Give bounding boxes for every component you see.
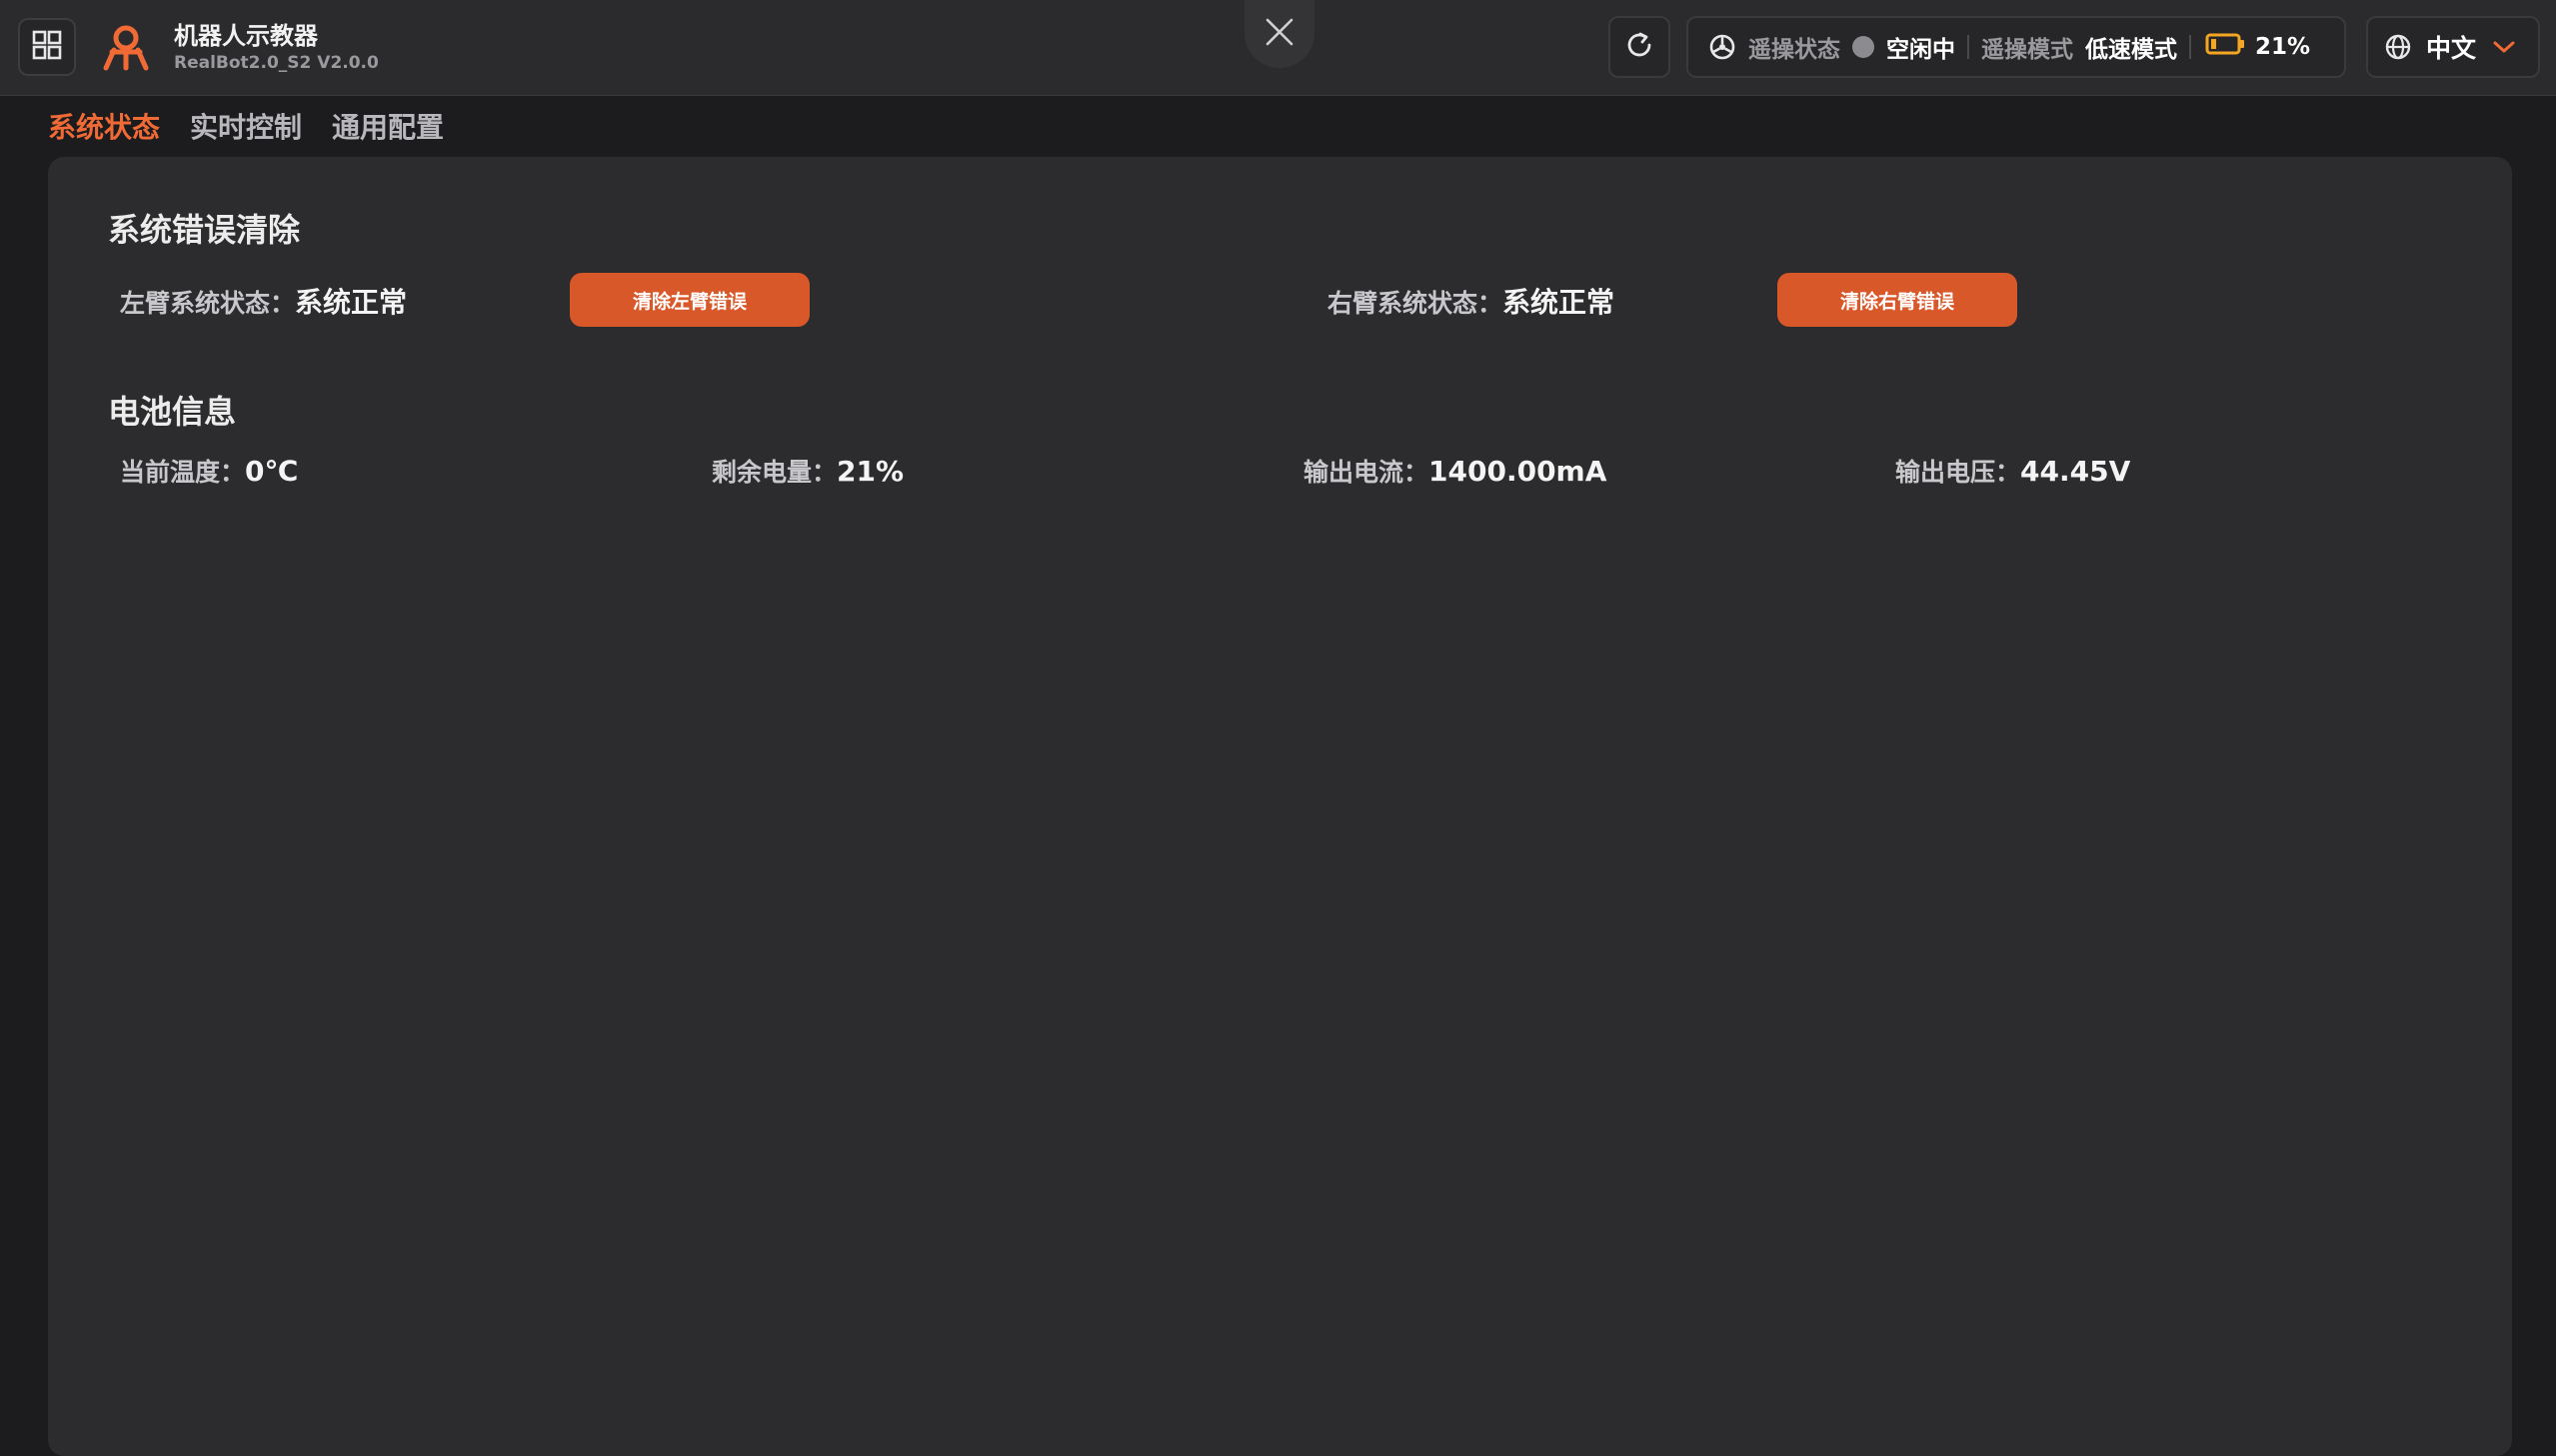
teleop-mode-value: 低速模式	[2085, 37, 2177, 63]
divider	[2189, 35, 2191, 59]
battery-percent: 21%	[2255, 34, 2311, 60]
close-button[interactable]	[1245, 0, 1314, 68]
left-arm-status-label: 左臂系统状态：	[120, 289, 296, 318]
clear-right-arm-error-button[interactable]: 清除右臂错误	[1777, 273, 2017, 327]
right-arm-status-value: 系统正常	[1502, 286, 1615, 319]
output-voltage-label: 输出电压：	[1895, 458, 2021, 487]
divider	[1967, 35, 1969, 59]
app-grid-button[interactable]	[18, 18, 76, 76]
status-dot	[1852, 36, 1874, 58]
right-arm-status-label: 右臂系统状态：	[1327, 289, 1503, 318]
robot-logo	[100, 22, 152, 74]
teleop-status-bar: 遥操状态 空闲中 遥操模式 低速模式 21%	[1686, 16, 2346, 78]
tab-realtime-control[interactable]: 实时控制	[190, 106, 302, 146]
teleop-status-value: 空闲中	[1886, 37, 1955, 63]
battery-icon	[2205, 32, 2245, 62]
output-current-value: 1400.00mA	[1428, 455, 1607, 488]
content-panel: 系统错误清除 左臂系统状态：系统正常 清除左臂错误 右臂系统状态：系统正常 清除…	[48, 157, 2512, 1456]
teleop-status-label: 遥操状态	[1748, 37, 1840, 63]
battery-temperature: 当前温度：0℃	[120, 453, 298, 489]
temperature-value: 0℃	[245, 455, 299, 488]
steering-wheel-icon	[1708, 33, 1736, 61]
globe-icon	[2384, 33, 2412, 61]
app-version: RealBot2.0_S2 V2.0.0	[174, 53, 379, 73]
grid-icon	[32, 30, 62, 64]
chevron-down-icon	[2492, 39, 2516, 55]
clear-left-arm-error-button[interactable]: 清除左臂错误	[570, 273, 810, 327]
left-arm-status-value: 系统正常	[295, 286, 408, 319]
refresh-button[interactable]	[1608, 16, 1670, 78]
top-header: 机器人示教器 RealBot2.0_S2 V2.0.0 遥操状态 空闲中 遥操模…	[0, 0, 2556, 96]
remaining-value: 21%	[837, 455, 905, 488]
teleop-mode-label: 遥操模式	[1981, 37, 2073, 63]
refresh-icon	[1624, 30, 1654, 64]
battery-remaining: 剩余电量：21%	[712, 453, 904, 489]
error-section-title: 系统错误清除	[108, 211, 301, 249]
battery-section-title: 电池信息	[108, 393, 237, 431]
language-selector[interactable]: 中文	[2366, 16, 2540, 78]
main-tabs: 系统状态 实时控制 通用配置	[48, 106, 444, 146]
left-arm-status: 左臂系统状态：系统正常	[120, 281, 407, 321]
remaining-label: 剩余电量：	[712, 458, 838, 487]
battery-output-current: 输出电流：1400.00mA	[1303, 453, 1606, 489]
tab-general-config[interactable]: 通用配置	[332, 106, 444, 146]
close-icon	[1265, 17, 1294, 51]
output-voltage-value: 44.45V	[2020, 455, 2131, 488]
tab-system-status[interactable]: 系统状态	[48, 106, 160, 146]
right-arm-status: 右臂系统状态：系统正常	[1327, 281, 1614, 321]
app-name: 机器人示教器	[174, 22, 318, 50]
battery-output-voltage: 输出电压：44.45V	[1895, 453, 2130, 489]
language-label: 中文	[2426, 34, 2477, 63]
output-current-label: 输出电流：	[1303, 458, 1429, 487]
temperature-label: 当前温度：	[120, 458, 246, 487]
